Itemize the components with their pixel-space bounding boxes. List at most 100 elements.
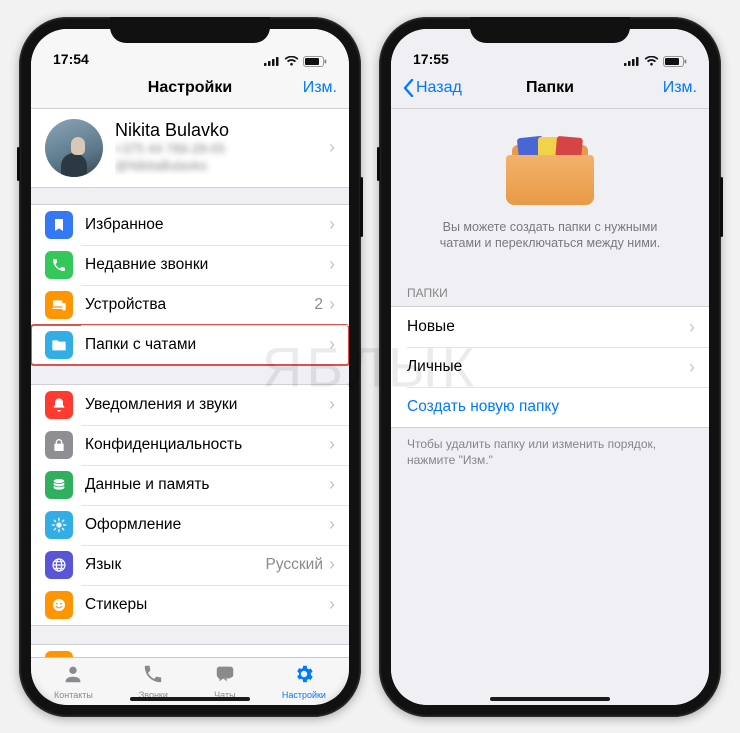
home-indicator <box>490 697 610 701</box>
chevron-right-icon: › <box>329 594 335 615</box>
row-privacy[interactable]: Конфиденциальность› <box>31 425 349 465</box>
cellular-icon <box>624 56 640 66</box>
folder-label: Новые <box>407 318 689 336</box>
tab-label: Настройки <box>282 690 326 700</box>
row-label: Оформление <box>85 516 329 534</box>
hero-text: Вы можете создать папки с нужными чатами… <box>421 219 679 253</box>
folders-content[interactable]: Вы можете создать папки с нужными чатами… <box>391 109 709 705</box>
notch <box>470 17 630 43</box>
wifi-icon <box>284 56 299 67</box>
home-indicator <box>130 697 250 701</box>
status-icons <box>624 56 687 67</box>
edit-button[interactable]: Изм. <box>663 79 697 97</box>
row-help[interactable]: Помощь› <box>31 645 349 657</box>
tab-calls[interactable]: Звонки <box>139 663 168 700</box>
avatar <box>45 119 103 177</box>
chevron-right-icon: › <box>329 294 335 315</box>
privacy-icon <box>45 431 73 459</box>
profile-username: @NikitaBulavko <box>115 158 317 175</box>
phone-left: 17:54 Настройки Изм. Nikita Bulavko +375… <box>19 17 361 717</box>
nav-bar: Назад Папки Изм. <box>391 69 709 109</box>
folder-label: Личные <box>407 358 689 376</box>
stickers-icon <box>45 591 73 619</box>
chevron-right-icon: › <box>329 394 335 415</box>
row-value: 2 <box>314 296 323 314</box>
profile-phone: +375 44 786-28-05 <box>115 141 317 158</box>
calls-icon <box>45 251 73 279</box>
wifi-icon <box>644 56 659 67</box>
row-value: Русский <box>265 556 323 574</box>
back-label: Назад <box>416 79 462 97</box>
row-label: Устройства <box>85 296 314 314</box>
folder-illustration-icon <box>506 133 594 205</box>
row-label: Данные и память <box>85 476 329 494</box>
tab-label: Контакты <box>54 690 93 700</box>
tab-settings[interactable]: Настройки <box>282 663 326 700</box>
nav-bar: Настройки Изм. <box>31 69 349 109</box>
chevron-right-icon: › <box>329 514 335 535</box>
chevron-right-icon: › <box>329 434 335 455</box>
profile-name: Nikita Bulavko <box>115 120 317 141</box>
tab-contacts[interactable]: Контакты <box>54 663 93 700</box>
nav-title: Настройки <box>31 79 349 97</box>
row-folders[interactable]: Папки с чатами› <box>31 325 349 365</box>
chevron-right-icon: › <box>329 214 335 235</box>
settings-icon <box>293 663 315 689</box>
chevron-right-icon: › <box>689 357 695 378</box>
row-label: Конфиденциальность <box>85 436 329 454</box>
folder-row[interactable]: Новые› <box>391 307 709 347</box>
cellular-icon <box>264 56 280 66</box>
status-time: 17:55 <box>413 51 449 67</box>
status-time: 17:54 <box>53 51 89 67</box>
row-label: Уведомления и звуки <box>85 396 329 414</box>
chats-icon <box>214 663 236 689</box>
row-label: Стикеры <box>85 596 329 614</box>
screen-left: 17:54 Настройки Изм. Nikita Bulavko +375… <box>31 29 349 705</box>
row-label: Папки с чатами <box>85 336 329 354</box>
chevron-right-icon: › <box>329 554 335 575</box>
row-stickers[interactable]: Стикеры› <box>31 585 349 625</box>
data-icon <box>45 471 73 499</box>
chevron-left-icon <box>403 79 414 97</box>
contacts-icon <box>62 663 84 689</box>
create-folder-label: Создать новую папку <box>407 398 695 416</box>
battery-icon <box>663 56 687 67</box>
chevron-right-icon: › <box>689 317 695 338</box>
devices-icon <box>45 291 73 319</box>
folders-icon <box>45 331 73 359</box>
row-devices[interactable]: Устройства2 › <box>31 285 349 325</box>
chevron-right-icon: › <box>329 474 335 495</box>
row-data[interactable]: Данные и память› <box>31 465 349 505</box>
notch <box>110 17 270 43</box>
profile-row[interactable]: Nikita Bulavko +375 44 786-28-05 @Nikita… <box>31 109 349 188</box>
appearance-icon <box>45 511 73 539</box>
back-button[interactable]: Назад <box>403 79 462 97</box>
row-label: Язык <box>85 556 265 574</box>
row-appearance[interactable]: Оформление› <box>31 505 349 545</box>
row-label: Недавние звонки <box>85 256 329 274</box>
folder-row[interactable]: Личные› <box>391 347 709 387</box>
row-language[interactable]: ЯзыкРусский › <box>31 545 349 585</box>
row-saved[interactable]: Избранное› <box>31 205 349 245</box>
hero: Вы можете создать папки с нужными чатами… <box>391 109 709 269</box>
chevron-right-icon: › <box>329 334 335 355</box>
row-label: Избранное <box>85 216 329 234</box>
tab-chats[interactable]: Чаты <box>214 663 236 700</box>
battery-icon <box>303 56 327 67</box>
footer-note: Чтобы удалить папку или изменить порядок… <box>391 428 709 476</box>
saved-icon <box>45 211 73 239</box>
row-calls[interactable]: Недавние звонки› <box>31 245 349 285</box>
language-icon <box>45 551 73 579</box>
notifications-icon <box>45 391 73 419</box>
create-folder-row[interactable]: Создать новую папку <box>391 387 709 427</box>
phone-right: 17:55 Назад Папки Изм. Вы можете создать… <box>379 17 721 717</box>
calls-icon <box>142 663 164 689</box>
row-notifications[interactable]: Уведомления и звуки› <box>31 385 349 425</box>
edit-button[interactable]: Изм. <box>303 79 337 97</box>
chevron-right-icon: › <box>329 137 335 158</box>
chevron-right-icon: › <box>329 254 335 275</box>
screen-right: 17:55 Назад Папки Изм. Вы можете создать… <box>391 29 709 705</box>
section-header-folders: ПАПКИ <box>391 268 709 306</box>
status-icons <box>264 56 327 67</box>
settings-content[interactable]: Nikita Bulavko +375 44 786-28-05 @Nikita… <box>31 109 349 657</box>
